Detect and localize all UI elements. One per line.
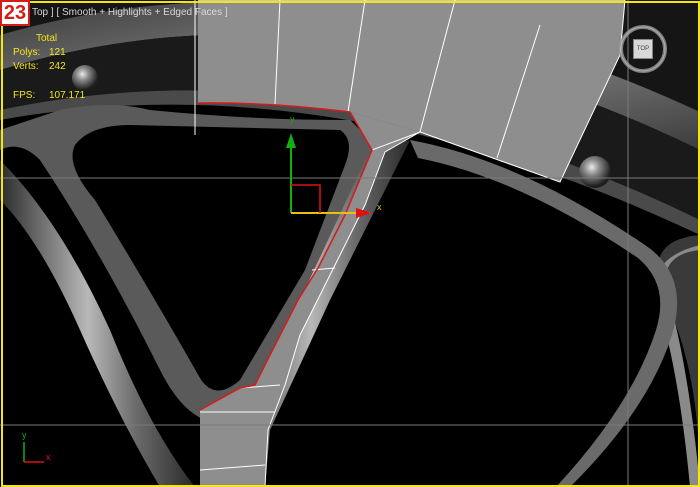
step-number-badge: 23: [0, 0, 30, 26]
polys-value: 121: [49, 47, 66, 58]
scene-render[interactable]: [0, 0, 700, 487]
viewport-top[interactable]: 23 Top ] [ Smooth + Highlights + Edged F…: [0, 0, 700, 487]
stats-header: Total: [36, 33, 58, 44]
fps-value: 107.171: [49, 90, 86, 101]
fps-label: FPS:: [13, 90, 36, 101]
polys-label: Polys:: [13, 47, 41, 58]
verts-label: Verts:: [13, 61, 39, 72]
lug-bolt: [72, 65, 98, 91]
tripod-x-label: x: [46, 452, 51, 462]
gizmo-y-label: y: [290, 114, 295, 124]
verts-value: 242: [49, 61, 66, 72]
viewcube-face-top[interactable]: TOP: [633, 39, 653, 59]
tripod-y-label: y: [22, 430, 27, 440]
lug-bolt: [579, 156, 611, 188]
gizmo-x-label: x: [377, 202, 382, 212]
viewport-label-menu[interactable]: Top ] [ Smooth + Highlights + Edged Face…: [32, 7, 228, 18]
viewcube[interactable]: TOP: [618, 24, 668, 74]
